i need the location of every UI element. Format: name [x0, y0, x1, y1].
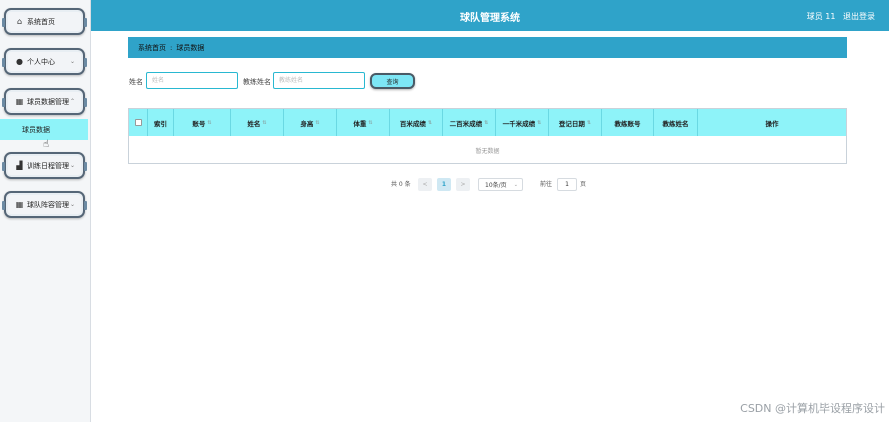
breadcrumb-home[interactable]: 系统首页	[138, 43, 166, 53]
column-header-index: 索引	[148, 109, 174, 136]
sidebar: ⌂ 系统首页 ● 个人中心 ⌄ ▦ 球员数据管理 ⌃ 球员数据 ☝ ▟ 训练日程…	[0, 0, 91, 422]
sort-icon: ⇅	[427, 119, 433, 126]
page-size-select[interactable]: 10条/页 ⌄	[478, 178, 523, 191]
empty-table-text: 暂无数据	[475, 147, 500, 155]
grid-icon: ▦	[15, 200, 24, 209]
sidebar-item-label: 球员数据管理	[27, 97, 69, 106]
coach-name-search-input[interactable]	[273, 72, 365, 89]
sidebar-subitem-player-data[interactable]: 球员数据	[0, 119, 88, 140]
sidebar-item-label: 个人中心	[27, 57, 55, 66]
sidebar-item-personal-center[interactable]: ● 个人中心 ⌄	[2, 48, 87, 75]
goto-label: 前往	[540, 181, 553, 188]
sort-icon: ⇅	[537, 119, 542, 126]
chevron-down-icon: ⌄	[69, 58, 75, 65]
select-all-cell	[129, 109, 148, 136]
sort-icon: ⇅	[586, 119, 592, 126]
table-icon: ▦	[15, 97, 24, 106]
logout-link[interactable]: 退出登录	[843, 12, 875, 21]
column-header-actions: 操作	[765, 119, 779, 128]
table-header: 索引 账号 ⇅ 姓名 ⇅ 身高 ⇅ 体重 ⇅ 百米成绩 ⇅ 二百米成绩 ⇅ 一千米成绩 ⇅	[129, 109, 846, 136]
sort-icon: ⇅	[315, 119, 320, 126]
sidebar-item-player-data-mgmt[interactable]: ▦ 球员数据管理 ⌃	[2, 88, 87, 115]
column-header-200m[interactable]: 二百米成绩 ⇅	[443, 109, 496, 136]
column-header-coach-account: 教练账号	[602, 109, 654, 136]
sidebar-subitem-label: 球员数据	[22, 125, 50, 134]
user-area: 球员 11 退出登录	[802, 11, 875, 22]
name-search-input[interactable]	[146, 72, 238, 89]
column-header-height[interactable]: 身高 ⇅	[284, 109, 337, 136]
next-page-button[interactable]: >	[456, 178, 470, 191]
watermark-text: CSDN @计算机毕设程序设计	[740, 402, 885, 415]
sidebar-item-team-lineup[interactable]: ▦ 球队阵容管理 ⌄	[2, 191, 87, 218]
prev-page-button[interactable]: <	[418, 178, 432, 191]
chevron-down-icon: ⌄	[69, 162, 75, 169]
select-all-checkbox[interactable]	[134, 119, 142, 126]
breadcrumb-current: 球员数据	[176, 43, 205, 52]
pagination-total: 共 0 条	[391, 181, 411, 188]
app-title: 球队管理系统	[460, 13, 520, 24]
name-search-label: 姓名	[129, 78, 143, 86]
column-header-1000m[interactable]: 一千米成绩 ⇅	[496, 109, 549, 136]
sort-icon: ⇅	[262, 119, 267, 126]
sort-icon: ⇅	[368, 119, 373, 126]
breadcrumb-separator: :	[170, 43, 173, 52]
sort-icon: ⇅	[207, 119, 212, 126]
column-header-name[interactable]: 姓名 ⇅	[231, 109, 284, 136]
chart-icon: ▟	[16, 161, 23, 170]
column-header-100m[interactable]: 百米成绩 ⇅	[390, 109, 443, 136]
chevron-up-icon: ⌃	[69, 98, 75, 105]
column-header-account[interactable]: 账号 ⇅	[174, 109, 231, 136]
sidebar-item-label: 系统首页	[27, 17, 55, 26]
breadcrumb: 系统首页 : 球员数据	[128, 37, 847, 58]
sidebar-item-label: 训练日程管理	[27, 161, 69, 170]
chevron-down-icon: ⌄	[513, 181, 518, 188]
top-header: 球队管理系统 球员 11 退出登录	[91, 0, 889, 31]
query-button[interactable]: 查询	[370, 73, 415, 89]
current-user: 球员 11	[806, 12, 836, 21]
home-icon: ⌂	[16, 17, 23, 26]
goto-page-input[interactable]	[557, 178, 577, 191]
page-unit-label: 页	[580, 181, 587, 188]
coach-name-search-label: 教练姓名	[243, 78, 271, 86]
column-header-coach-name: 教练姓名	[654, 109, 698, 136]
sidebar-item-home[interactable]: ⌂ 系统首页	[2, 8, 87, 35]
column-header-weight[interactable]: 体重 ⇅	[337, 109, 390, 136]
sidebar-item-label: 球队阵容管理	[27, 200, 69, 209]
sidebar-item-training-schedule[interactable]: ▟ 训练日程管理 ⌄	[2, 152, 87, 179]
player-data-table: 索引 账号 ⇅ 姓名 ⇅ 身高 ⇅ 体重 ⇅ 百米成绩 ⇅ 二百米成绩 ⇅ 一千米成绩 ⇅	[128, 108, 847, 164]
column-header-register-date[interactable]: 登记日期 ⇅	[549, 109, 602, 136]
user-icon: ●	[16, 57, 23, 66]
page-number-button[interactable]: 1	[437, 178, 451, 191]
sort-icon: ⇅	[484, 119, 489, 126]
app-root: ⌂ 系统首页 ● 个人中心 ⌄ ▦ 球员数据管理 ⌃ 球员数据 ☝ ▟ 训练日程…	[0, 0, 889, 422]
chevron-down-icon: ⌄	[69, 201, 75, 208]
pointer-cursor-icon: ☝	[43, 139, 50, 150]
